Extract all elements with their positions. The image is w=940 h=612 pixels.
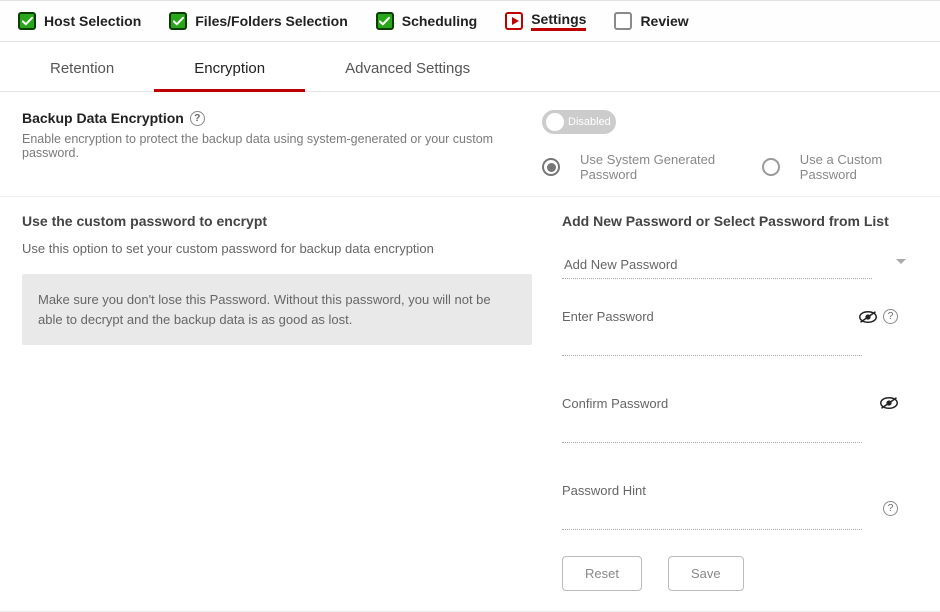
step-label: Review	[640, 13, 688, 29]
empty-checkbox-icon	[614, 12, 632, 30]
step-label: Files/Folders Selection	[195, 13, 348, 29]
step-settings[interactable]: Settings	[505, 11, 586, 31]
radio-system-password[interactable]	[542, 158, 560, 176]
radio-label: Use System Generated Password	[580, 152, 742, 182]
eye-off-icon[interactable]	[880, 396, 898, 410]
step-scheduling[interactable]: Scheduling	[376, 12, 477, 30]
section-title: Backup Data Encryption	[22, 110, 184, 126]
password-select-field[interactable]	[562, 251, 918, 279]
tab-advanced-settings[interactable]: Advanced Settings	[305, 48, 510, 91]
settings-tabs: Retention Encryption Advanced Settings	[0, 48, 940, 92]
tab-retention[interactable]: Retention	[10, 48, 154, 91]
step-label: Settings	[531, 11, 586, 31]
password-hint-input[interactable]	[562, 502, 862, 530]
step-label: Host Selection	[44, 13, 141, 29]
confirm-password-input[interactable]	[562, 415, 862, 443]
check-icon	[376, 12, 394, 30]
password-warning: Make sure you don't lose this Password. …	[22, 274, 532, 345]
check-icon	[18, 12, 36, 30]
section-description: Enable encryption to protect the backup …	[22, 132, 542, 160]
custom-pw-description: Use this option to set your custom passw…	[22, 241, 532, 256]
add-pw-title: Add New Password or Select Password from…	[562, 213, 918, 229]
eye-off-icon[interactable]	[859, 310, 877, 324]
help-icon[interactable]: ?	[883, 501, 898, 516]
custom-pw-title: Use the custom password to encrypt	[22, 213, 532, 229]
chevron-down-icon	[896, 259, 906, 264]
radio-custom-password[interactable]	[762, 158, 780, 176]
password-hint-label: Password Hint	[562, 483, 918, 498]
save-button[interactable]: Save	[668, 556, 744, 591]
reset-button[interactable]: Reset	[562, 556, 642, 591]
step-review[interactable]: Review	[614, 12, 688, 30]
check-icon	[169, 12, 187, 30]
encryption-toggle[interactable]: Disabled	[542, 110, 616, 134]
step-host-selection[interactable]: Host Selection	[18, 12, 141, 30]
password-select-dropdown[interactable]	[562, 251, 872, 279]
confirm-password-label: Confirm Password	[562, 396, 918, 411]
help-icon[interactable]: ?	[190, 111, 205, 126]
step-label: Scheduling	[402, 13, 477, 29]
toggle-label: Disabled	[568, 116, 611, 128]
help-icon[interactable]: ?	[883, 309, 898, 324]
toggle-knob	[546, 113, 564, 131]
wizard-steps: Host Selection Files/Folders Selection S…	[0, 0, 940, 42]
radio-label: Use a Custom Password	[800, 152, 918, 182]
play-icon	[505, 12, 523, 30]
encryption-header-section: Backup Data Encryption ? Enable encrypti…	[0, 92, 940, 197]
step-files-folders[interactable]: Files/Folders Selection	[169, 12, 348, 30]
custom-password-section: Use the custom password to encrypt Use t…	[0, 197, 940, 612]
enter-password-input[interactable]	[562, 328, 862, 356]
tab-encryption[interactable]: Encryption	[154, 48, 305, 92]
